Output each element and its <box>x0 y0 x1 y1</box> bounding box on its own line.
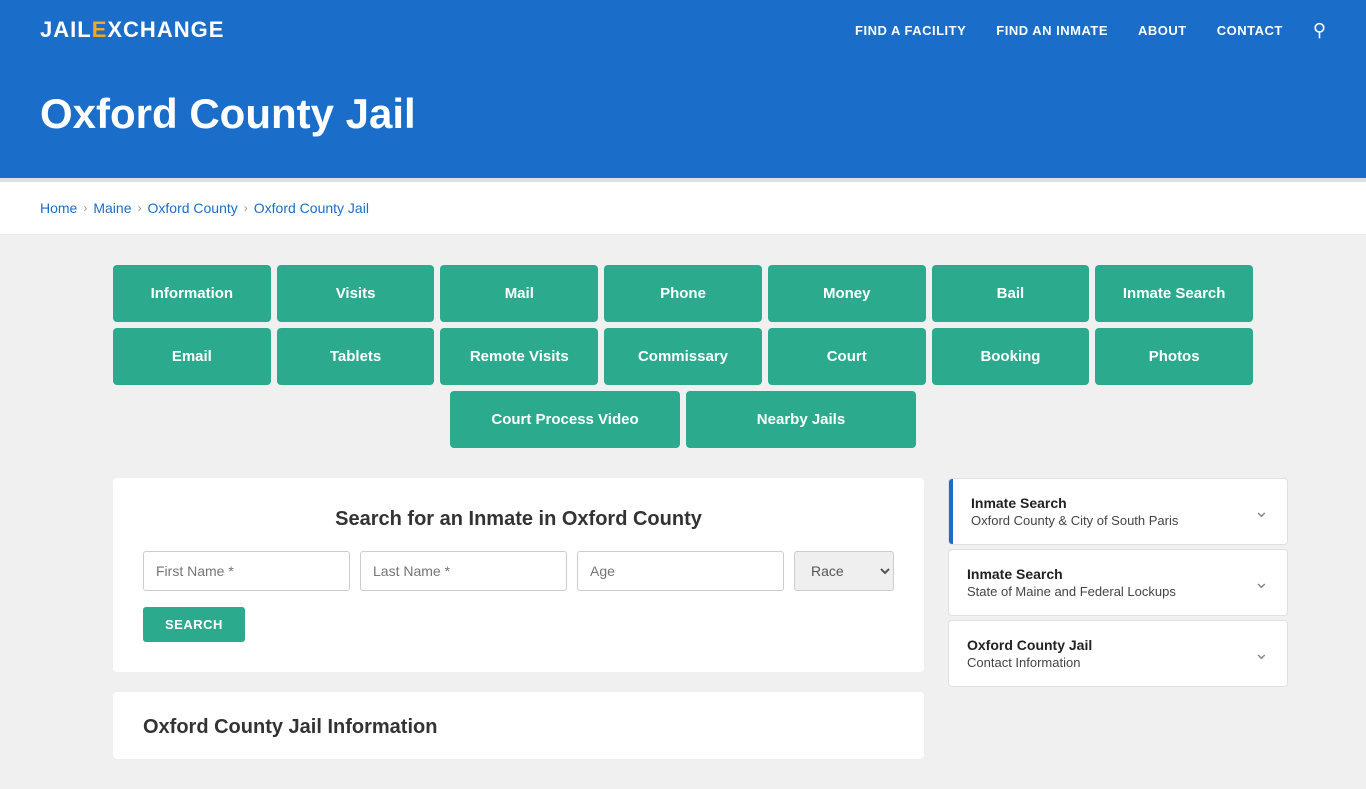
chevron-down-icon-2: ⌄ <box>1254 572 1269 593</box>
sidebar-card-subtitle-3: Contact Information <box>967 655 1092 670</box>
breadcrumb-sep-3: › <box>244 201 248 215</box>
content-main: Search for an Inmate in Oxford County Ra… <box>113 478 924 759</box>
logo-ex: E <box>92 17 108 42</box>
breadcrumb-oxford-county-jail[interactable]: Oxford County Jail <box>254 200 369 216</box>
category-buttons: Information Visits Mail Phone Money Bail… <box>113 265 1253 448</box>
age-input[interactable] <box>577 551 784 591</box>
sidebar: Inmate Search Oxford County & City of So… <box>948 478 1288 759</box>
info-box: Oxford County Jail Information <box>113 692 924 759</box>
sidebar-card-header-3[interactable]: Oxford County Jail Contact Information ⌄ <box>949 621 1287 686</box>
search-button[interactable]: SEARCH <box>143 607 245 642</box>
btn-mail[interactable]: Mail <box>440 265 598 322</box>
nav-item-inmate[interactable]: FIND AN INMATE <box>996 22 1108 39</box>
sidebar-card-title-1: Inmate Search <box>971 495 1178 511</box>
nav-menu: FIND A FACILITY FIND AN INMATE ABOUT CON… <box>855 20 1326 41</box>
logo-jail: JAIL <box>40 17 92 42</box>
breadcrumb: Home › Maine › Oxford County › Oxford Co… <box>0 182 1366 235</box>
sidebar-card-subtitle-2: State of Maine and Federal Lockups <box>967 584 1176 599</box>
site-logo[interactable]: JAILEXCHANGE <box>40 17 224 43</box>
info-title: Oxford County Jail Information <box>143 716 894 739</box>
sidebar-card-text-1: Inmate Search Oxford County & City of So… <box>971 495 1178 528</box>
btn-money[interactable]: Money <box>768 265 926 322</box>
btn-tablets[interactable]: Tablets <box>277 328 435 385</box>
nav-item-about[interactable]: ABOUT <box>1138 22 1187 39</box>
sidebar-card-header-1[interactable]: Inmate Search Oxford County & City of So… <box>949 479 1287 544</box>
sidebar-card-text-2: Inmate Search State of Maine and Federal… <box>967 566 1176 599</box>
logo-xchange: XCHANGE <box>107 17 224 42</box>
chevron-down-icon-3: ⌄ <box>1254 643 1269 664</box>
main-content: Information Visits Mail Phone Money Bail… <box>0 235 1366 789</box>
first-name-input[interactable] <box>143 551 350 591</box>
btn-phone[interactable]: Phone <box>604 265 762 322</box>
navbar: JAILEXCHANGE FIND A FACILITY FIND AN INM… <box>0 0 1366 60</box>
search-icon[interactable]: ⚲ <box>1313 20 1326 41</box>
btn-court-process-video[interactable]: Court Process Video <box>450 391 680 448</box>
btn-booking[interactable]: Booking <box>932 328 1090 385</box>
content-sidebar-wrap: Search for an Inmate in Oxford County Ra… <box>113 478 1253 759</box>
race-select[interactable]: Race White Black Hispanic Asian Other <box>794 551 894 591</box>
btn-row-2: Email Tablets Remote Visits Commissary C… <box>113 328 1253 385</box>
btn-email[interactable]: Email <box>113 328 271 385</box>
breadcrumb-sep-2: › <box>138 201 142 215</box>
sidebar-card-3: Oxford County Jail Contact Information ⌄ <box>948 620 1288 687</box>
nav-item-facility[interactable]: FIND A FACILITY <box>855 22 966 39</box>
inmate-search-box: Search for an Inmate in Oxford County Ra… <box>113 478 924 672</box>
btn-information[interactable]: Information <box>113 265 271 322</box>
chevron-down-icon-1: ⌄ <box>1254 501 1269 522</box>
breadcrumb-oxford-county[interactable]: Oxford County <box>148 200 238 216</box>
sidebar-card-2: Inmate Search State of Maine and Federal… <box>948 549 1288 616</box>
breadcrumb-sep-1: › <box>83 201 87 215</box>
breadcrumb-maine[interactable]: Maine <box>93 200 131 216</box>
search-fields: Race White Black Hispanic Asian Other <box>143 551 894 591</box>
btn-nearby-jails[interactable]: Nearby Jails <box>686 391 916 448</box>
btn-inmate-search[interactable]: Inmate Search <box>1095 265 1253 322</box>
btn-row-3: Court Process Video Nearby Jails <box>113 391 1253 448</box>
last-name-input[interactable] <box>360 551 567 591</box>
sidebar-card-subtitle-1: Oxford County & City of South Paris <box>971 513 1178 528</box>
sidebar-card-title-2: Inmate Search <box>967 566 1176 582</box>
breadcrumb-home[interactable]: Home <box>40 200 77 216</box>
btn-bail[interactable]: Bail <box>932 265 1090 322</box>
btn-remote-visits[interactable]: Remote Visits <box>440 328 598 385</box>
btn-visits[interactable]: Visits <box>277 265 435 322</box>
sidebar-card-1: Inmate Search Oxford County & City of So… <box>948 478 1288 545</box>
sidebar-card-text-3: Oxford County Jail Contact Information <box>967 637 1092 670</box>
nav-item-contact[interactable]: CONTACT <box>1217 22 1283 39</box>
btn-photos[interactable]: Photos <box>1095 328 1253 385</box>
hero-section: Oxford County Jail <box>0 60 1366 178</box>
page-title: Oxford County Jail <box>40 90 1326 138</box>
btn-commissary[interactable]: Commissary <box>604 328 762 385</box>
btn-row-1: Information Visits Mail Phone Money Bail… <box>113 265 1253 322</box>
search-title: Search for an Inmate in Oxford County <box>143 508 894 531</box>
btn-court[interactable]: Court <box>768 328 926 385</box>
sidebar-card-title-3: Oxford County Jail <box>967 637 1092 653</box>
sidebar-card-header-2[interactable]: Inmate Search State of Maine and Federal… <box>949 550 1287 615</box>
